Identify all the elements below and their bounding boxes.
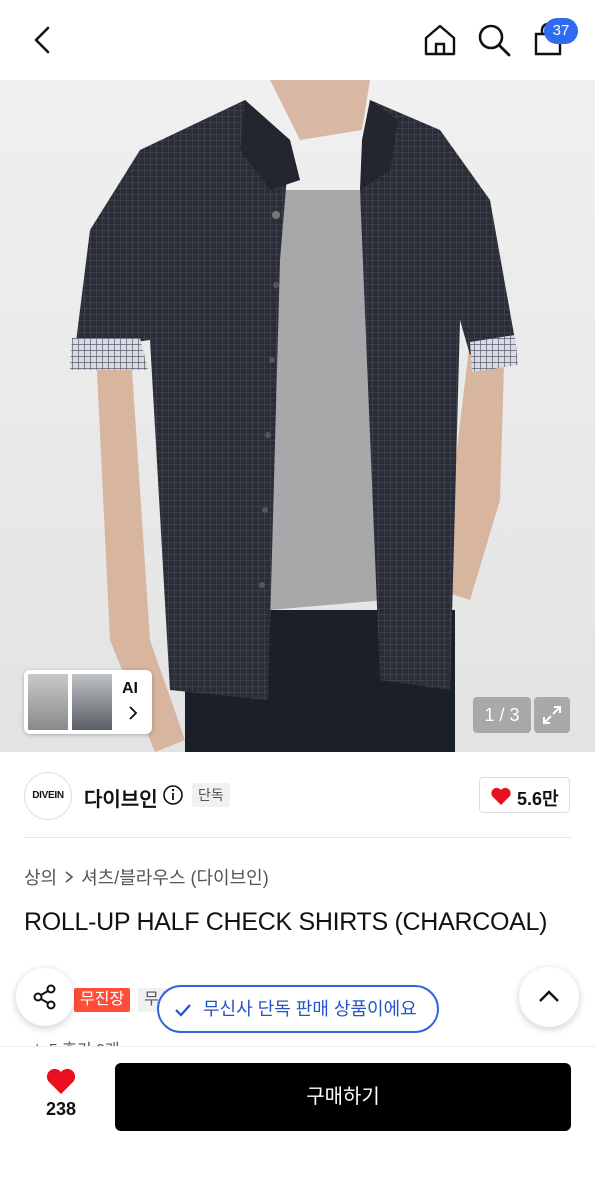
back-arrow-icon[interactable] [26,22,60,58]
bottom-action-bar: 238 구매하기 [0,1046,595,1200]
toast-message: 무신사 단독 판매 상품이에요 [203,999,417,1019]
share-icon [33,984,56,1010]
brand-name[interactable]: 다이브인 [84,783,158,812]
buy-button[interactable]: 구매하기 [115,1063,571,1131]
product-title: ROLL-UP HALF CHECK SHIRTS (CHARCOAL) [24,908,548,936]
check-icon [175,1004,191,1017]
wish-button[interactable]: 238 [36,1067,86,1120]
home-icon[interactable] [420,20,460,60]
search-icon[interactable] [474,20,514,60]
divider [24,837,571,838]
info-icon[interactable] [162,784,184,806]
breadcrumb-subcategory[interactable]: 셔츠/블라우스 (다이브인) [81,864,269,890]
scroll-top-button[interactable] [519,967,579,1027]
promo-tag: 무진장 [74,988,131,1012]
wish-count: 238 [45,1099,77,1119]
heart-icon [46,1068,76,1094]
thumbnail-image [28,674,68,730]
breadcrumb-category[interactable]: 상의 [24,864,57,890]
breadcrumb: 상의 셔츠/블라우스 (다이브인) [24,864,269,890]
exclusive-badge: 단독 [192,783,230,807]
brand-like-count: 5.6만 [517,789,559,809]
heart-icon [491,787,511,805]
chevron-up-icon [539,990,559,1002]
product-photo [70,80,518,752]
share-button[interactable] [16,968,74,1026]
top-bar: 37 [0,0,595,80]
product-image[interactable] [0,80,595,752]
image-pager: 1 / 3 [473,697,531,733]
brand-row: DIVEIN 다이브인 단독 5.6만 [0,752,595,838]
expand-image-button[interactable] [534,697,570,733]
expand-icon [543,706,561,724]
cart-count-badge: 37 [544,18,578,44]
ai-styling-card[interactable]: AI [24,670,152,734]
chevron-right-icon [65,871,74,883]
thumbnail-image [72,674,112,730]
exclusive-toast: 무신사 단독 판매 상품이에요 [157,985,439,1033]
chevron-right-icon [129,706,138,720]
brand-logo[interactable]: DIVEIN [24,772,72,820]
ai-label: AI [122,680,138,697]
brand-like-button[interactable]: 5.6만 [479,777,570,813]
